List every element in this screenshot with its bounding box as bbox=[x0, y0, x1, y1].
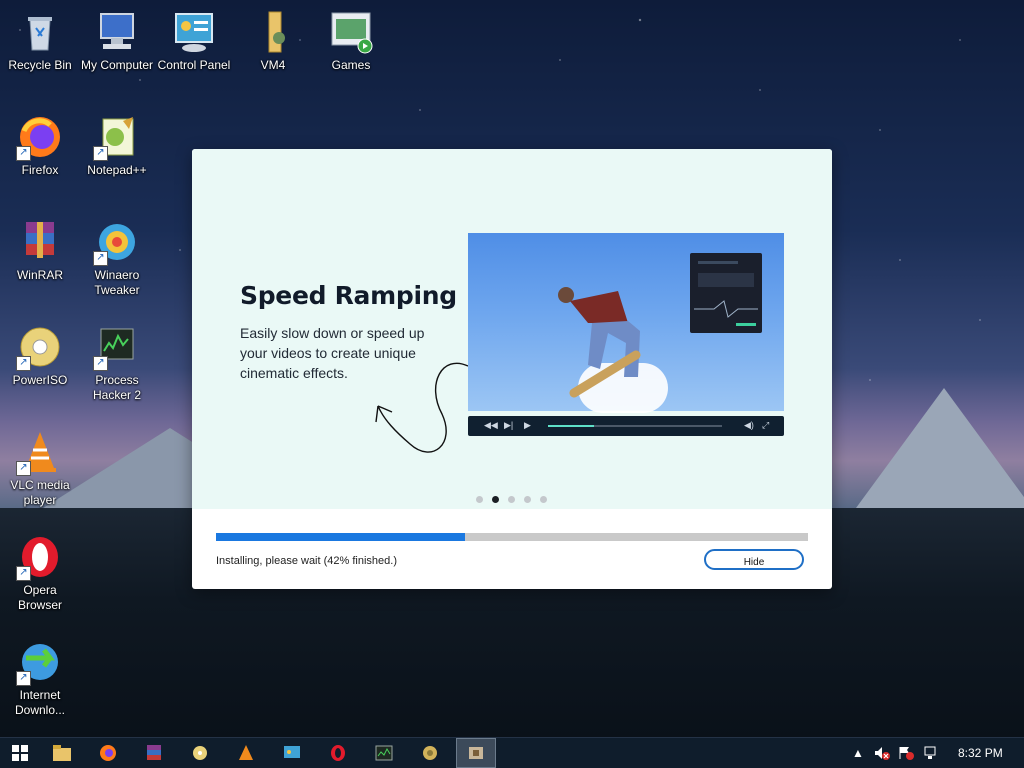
opera-icon: ↗ bbox=[16, 533, 64, 581]
taskbar: ▲ 8:32 PM bbox=[0, 737, 1024, 768]
step-icon[interactable]: ▶| bbox=[504, 420, 513, 431]
show-hidden-icons[interactable]: ▲ bbox=[852, 738, 864, 768]
folder-icon bbox=[53, 745, 71, 761]
disc-icon: ↗ bbox=[16, 323, 64, 371]
clock[interactable]: 8:32 PM bbox=[958, 738, 1003, 768]
control-panel-icon bbox=[170, 8, 218, 56]
decorative-arrow bbox=[375, 362, 469, 453]
shortcut-arrow-icon: ↗ bbox=[16, 146, 31, 161]
control-panel-icon bbox=[284, 746, 300, 758]
desktop-icon-internet-download-manager[interactable]: ↗ Internet Downlo... bbox=[0, 638, 80, 718]
shortcut-arrow-icon: ↗ bbox=[16, 356, 31, 371]
install-status-text: Installing, please wait (42% finished.) bbox=[216, 555, 397, 567]
play-icon[interactable]: ▶ bbox=[524, 420, 531, 431]
taskbar-media-app[interactable] bbox=[410, 738, 450, 768]
feature-slide: Speed Ramping Easily slow down or speed … bbox=[192, 149, 832, 509]
flag-alert-icon[interactable] bbox=[898, 738, 914, 768]
opera-icon bbox=[331, 745, 345, 761]
skater-figure bbox=[558, 287, 641, 398]
process-hacker-icon: ↗ bbox=[93, 323, 141, 371]
desktop-icon-vm4[interactable]: VM4 bbox=[233, 8, 313, 73]
desktop-icon-vlc[interactable]: ↗ VLC media player bbox=[0, 428, 80, 508]
shortcut-arrow-icon: ↗ bbox=[93, 251, 108, 266]
media-app-icon bbox=[423, 746, 437, 760]
desktop-icon-my-computer[interactable]: My Computer bbox=[77, 8, 157, 73]
taskbar-firefox[interactable] bbox=[88, 738, 128, 768]
process-hacker-icon bbox=[375, 745, 393, 761]
games-icon bbox=[327, 8, 375, 56]
firefox-icon: ↗ bbox=[16, 113, 64, 161]
taskbar-vlc[interactable] bbox=[226, 738, 266, 768]
feature-title: Speed Ramping bbox=[240, 281, 457, 310]
install-progress-bar bbox=[216, 533, 808, 541]
notepadpp-icon: ↗ bbox=[93, 113, 141, 161]
shortcut-arrow-icon: ↗ bbox=[16, 671, 31, 686]
taskbar-winrar[interactable] bbox=[134, 738, 174, 768]
rewind-icon[interactable]: ◀◀ bbox=[484, 420, 498, 431]
installer-app-icon bbox=[469, 747, 483, 759]
desktop-icon-opera[interactable]: ↗ Opera Browser bbox=[0, 533, 80, 613]
speed-curve-panel bbox=[690, 253, 762, 333]
carousel-dot[interactable] bbox=[524, 496, 531, 503]
start-button[interactable] bbox=[0, 738, 40, 768]
desktop-icon-control-panel[interactable]: Control Panel bbox=[154, 8, 234, 73]
volume-muted-icon[interactable] bbox=[874, 738, 890, 768]
desktop-icon-games[interactable]: Games bbox=[311, 8, 391, 73]
disc-icon bbox=[193, 746, 207, 760]
carousel-dot[interactable] bbox=[508, 496, 515, 503]
taskbar-file-explorer[interactable] bbox=[42, 738, 82, 768]
winrar-icon bbox=[147, 745, 161, 760]
taskbar-control-panel[interactable] bbox=[272, 738, 312, 768]
feature-video-preview bbox=[468, 233, 784, 413]
video-scrubber[interactable] bbox=[548, 425, 722, 427]
carousel-dot[interactable] bbox=[540, 496, 547, 503]
shortcut-arrow-icon: ↗ bbox=[16, 566, 31, 581]
carousel-dots bbox=[476, 492, 556, 503]
desktop-icon-winaero-tweaker[interactable]: ↗ Winaero Tweaker bbox=[77, 218, 157, 298]
computer-icon bbox=[93, 8, 141, 56]
carousel-dot[interactable] bbox=[476, 496, 483, 503]
firefox-icon bbox=[100, 745, 116, 761]
carousel-dot-active[interactable] bbox=[492, 496, 499, 503]
volume-icon[interactable]: ◀) bbox=[744, 420, 754, 431]
windows-logo-icon bbox=[12, 745, 28, 761]
desktop-icon-poweriso[interactable]: ↗ PowerISO bbox=[0, 323, 80, 388]
installer-dialog: Speed Ramping Easily slow down or speed … bbox=[192, 149, 832, 589]
desktop-icon-winrar[interactable]: WinRAR bbox=[0, 218, 80, 283]
desktop-icon-notepadpp[interactable]: ↗ Notepad++ bbox=[77, 113, 157, 178]
network-icon[interactable] bbox=[922, 738, 938, 768]
recycle-bin-icon bbox=[16, 8, 64, 56]
shortcut-arrow-icon: ↗ bbox=[16, 461, 31, 476]
winaero-tweaker-icon: ↗ bbox=[93, 218, 141, 266]
desktop-icon-firefox[interactable]: ↗ Firefox bbox=[0, 113, 80, 178]
fullscreen-icon[interactable]: ⤢ bbox=[762, 420, 769, 431]
vlc-icon: ↗ bbox=[16, 428, 64, 476]
desktop-icon-process-hacker[interactable]: ↗ Process Hacker 2 bbox=[77, 323, 157, 403]
install-progress-fill bbox=[216, 533, 465, 541]
hide-button[interactable]: Hide bbox=[704, 549, 804, 570]
video-controls: ◀◀ ▶| ▶ ◀) ⤢ bbox=[468, 416, 784, 436]
desktop-icon-recycle-bin[interactable]: Recycle Bin bbox=[0, 8, 80, 73]
vlc-icon bbox=[239, 745, 253, 760]
taskbar-process-hacker[interactable] bbox=[364, 738, 404, 768]
winrar-icon bbox=[16, 218, 64, 266]
shortcut-arrow-icon: ↗ bbox=[93, 146, 108, 161]
taskbar-installer-app[interactable] bbox=[456, 738, 496, 768]
taskbar-opera[interactable] bbox=[318, 738, 358, 768]
shortcut-arrow-icon: ↗ bbox=[93, 356, 108, 371]
idm-icon: ↗ bbox=[16, 638, 64, 686]
folder-icon bbox=[249, 8, 297, 56]
taskbar-poweriso[interactable] bbox=[180, 738, 220, 768]
